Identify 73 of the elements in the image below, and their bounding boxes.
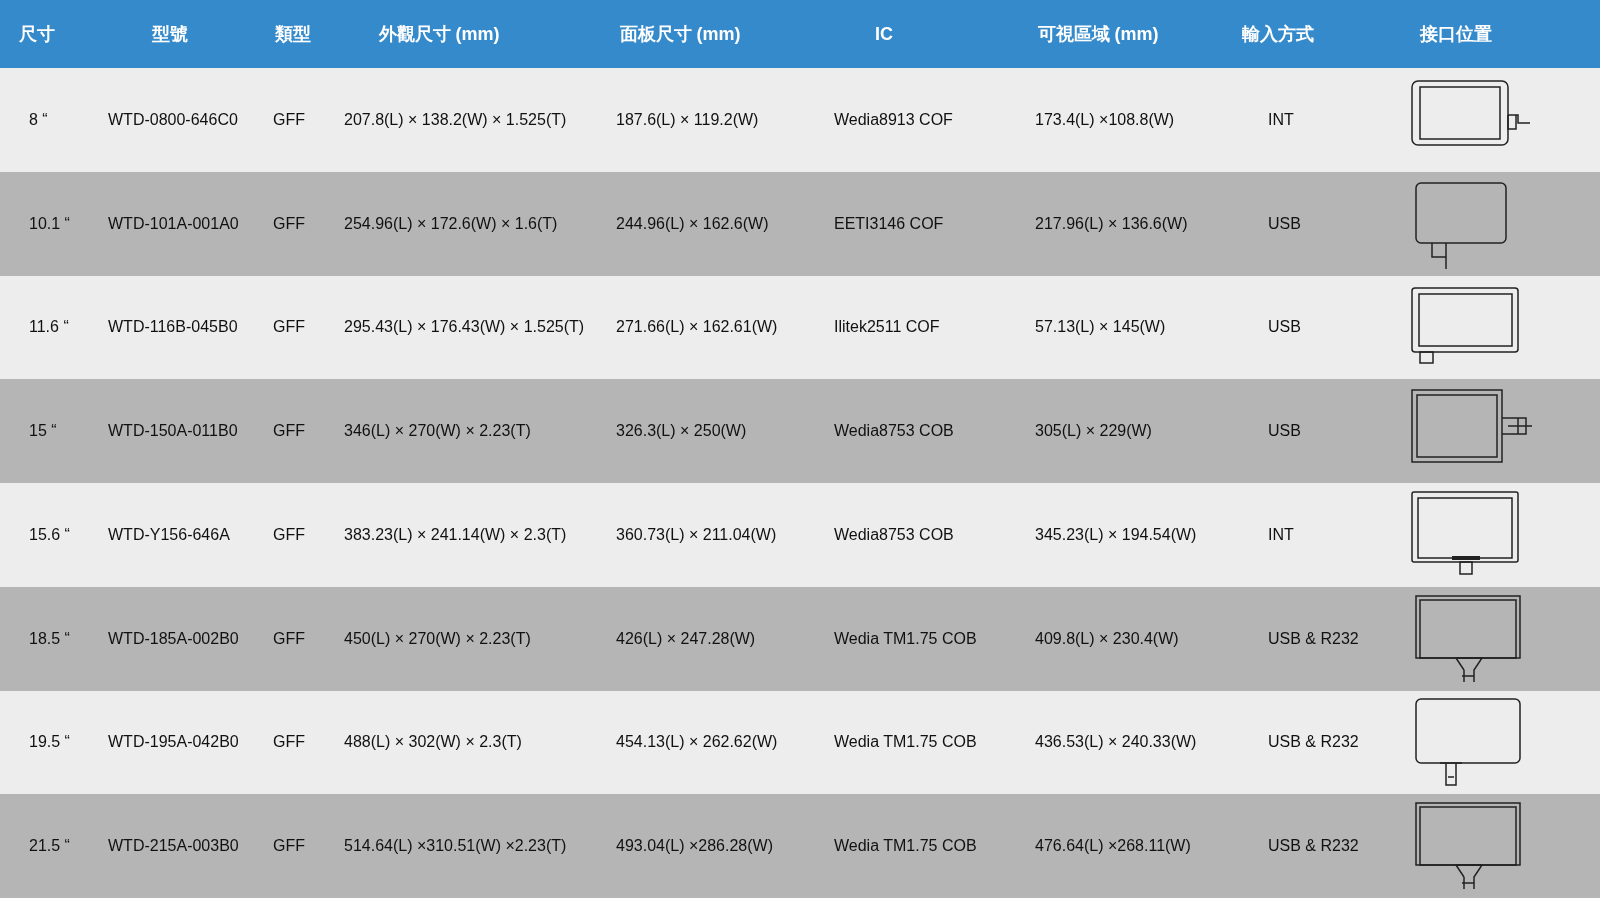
table-cell-text: 488(L) × 302(W) × 2.3(T) (344, 732, 523, 753)
table-cell-text: Wedia TM1.75 COB (834, 836, 978, 857)
column-header: 接口位置 (1419, 22, 1493, 46)
table-cell-text: Wedia8753 COB (834, 524, 955, 545)
table-cell-text: 326.3(L) × 250(W) (616, 421, 748, 442)
table-cell-text: 15 “ (28, 421, 58, 442)
table-cell-text: 21.5 “ (28, 836, 71, 857)
table-cell-text: USB (1268, 213, 1302, 234)
table-cell-text: 409.8(L) × 230.4(W) (1035, 628, 1180, 649)
table-cell-text: INT (1268, 524, 1295, 545)
table-cell-text: 436.53(L) × 240.33(W) (1035, 732, 1198, 753)
table-cell-text: 305(L) × 229(W) (1035, 421, 1153, 442)
table-cell-text: Ilitek2511 COF (834, 317, 941, 338)
table-cell-text: 383.23(L) × 241.14(W) × 2.3(T) (344, 524, 568, 545)
table-cell-text: 476.64(L) ×268.11(W) (1035, 836, 1192, 857)
table-cell-text: Wedia8753 COB (834, 421, 955, 442)
table-cell-text: 454.13(L) × 262.62(W) (616, 732, 779, 753)
table-cell-text: GFF (273, 421, 306, 442)
table-cell-text: 271.66(L) × 162.61(W) (616, 317, 779, 338)
table-cell-text: Wedia TM1.75 COB (834, 628, 978, 649)
table-cell-text: EETI3146 COF (834, 213, 945, 234)
table-cell-text: USB & R232 (1268, 836, 1360, 857)
table-cell-text: 207.8(L) × 138.2(W) × 1.525(T) (344, 109, 568, 130)
table-cell-text: USB (1268, 421, 1302, 442)
table-cell-text: 426(L) × 247.28(W) (616, 628, 757, 649)
table-cell-text: 10.1 “ (28, 213, 71, 234)
table-cell-text: USB & R232 (1268, 628, 1360, 649)
table-cell-text: WTD-195A-042B0 (108, 732, 240, 753)
table-cell-text: 244.96(L) × 162.6(W) (616, 213, 770, 234)
table-cell-text: WTD-116B-045B0 (108, 317, 239, 338)
table-cell-text: 450(L) × 270(W) × 2.23(T) (344, 628, 532, 649)
table-cell-text: Wedia8913 COF (834, 109, 954, 130)
table-cell-text: 57.13(L) × 145(W) (1035, 317, 1167, 338)
column-header: 可視區域 (mm) (1036, 22, 1160, 46)
table-cell-text: 15.6 “ (28, 524, 71, 545)
table-cell-text: WTD-0800-646C0 (108, 109, 239, 130)
table-cell-text: GFF (273, 732, 306, 753)
table-cell-text: GFF (273, 628, 306, 649)
column-header: 型號 (151, 22, 189, 46)
column-header: 輸入方式 (1241, 22, 1315, 46)
column-header: 類型 (274, 22, 312, 46)
table-cell-text: 514.64(L) ×310.51(W) ×2.23(T) (344, 836, 568, 857)
table-cell-text: 19.5 “ (28, 732, 71, 753)
column-header: 外觀尺寸 (mm) (377, 22, 501, 46)
table-cell-text: WTD-101A-001A0 (108, 213, 240, 234)
table-cell-text: Wedia TM1.75 COB (834, 732, 978, 753)
table-cell-text: GFF (273, 317, 306, 338)
table-cell-text: 187.6(L) × 119.2(W) (616, 109, 760, 130)
table-cell-text: WTD-215A-003B0 (108, 836, 240, 857)
table-cell-text: INT (1268, 109, 1295, 130)
table-cell-text: GFF (273, 109, 306, 130)
table-cell-text: WTD-Y156-646A (108, 524, 231, 545)
table-cell-text: USB & R232 (1268, 732, 1360, 753)
table-cell-text: 8 “ (28, 109, 49, 130)
table-cell-text: WTD-185A-002B0 (108, 628, 240, 649)
column-header: 尺寸 (18, 22, 56, 46)
table-cell-text: 345.23(L) × 194.54(W) (1035, 524, 1198, 545)
table-cell-text: GFF (273, 524, 306, 545)
table-cell-text: 217.96(L) × 136.6(W) (1035, 213, 1189, 234)
table-cell-text: GFF (273, 836, 306, 857)
table-cell-text: 360.73(L) × 211.04(W) (616, 524, 778, 545)
table-cell-text: 173.4(L) ×108.8(W) (1035, 109, 1176, 130)
table-cell-text: GFF (273, 213, 306, 234)
table-cell-text: 493.04(L) ×286.28(W) (616, 836, 774, 857)
table-cell-text: 346(L) × 270(W) × 2.23(T) (344, 421, 532, 442)
table-cell-text: USB (1268, 317, 1302, 338)
table-cell-text: WTD-150A-011B0 (108, 421, 239, 442)
column-header: IC (874, 22, 894, 46)
table-cell-text: 18.5 “ (28, 628, 71, 649)
column-header: 面板尺寸 (mm) (618, 22, 742, 46)
table-cell-text: 295.43(L) × 176.43(W) × 1.525(T) (344, 317, 586, 338)
table-cell-text: 11.6 “ (28, 317, 70, 338)
table-cell-text: 254.96(L) × 172.6(W) × 1.6(T) (344, 213, 559, 234)
